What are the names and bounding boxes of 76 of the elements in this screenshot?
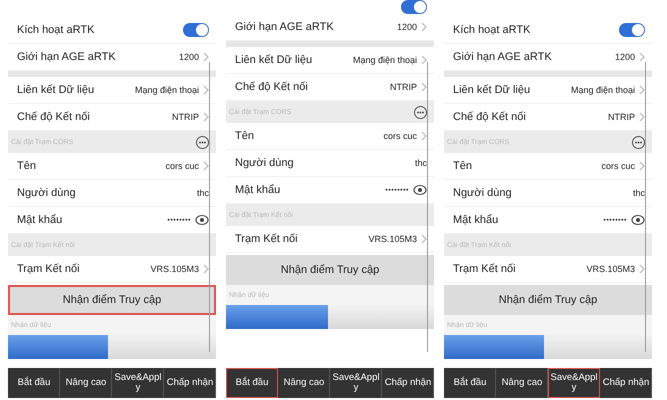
setting-label: Kích hoạt aRTK bbox=[17, 24, 94, 36]
toolbar-button[interactable]: Save&Apply bbox=[330, 368, 382, 398]
setting-label: Kích hoạt aRTK bbox=[453, 24, 530, 36]
toolbar-button[interactable]: Chấp nhận bbox=[600, 368, 652, 398]
chevron-icon bbox=[203, 264, 209, 274]
chevron-icon bbox=[639, 161, 645, 171]
toolbar-button[interactable]: Bắt đầu bbox=[226, 368, 278, 398]
chevron-icon bbox=[639, 85, 645, 95]
setting-label: Mật khẩu bbox=[17, 214, 62, 226]
setting-label: Mật khẩu bbox=[235, 184, 280, 196]
setting-value: 1200 bbox=[396, 22, 417, 32]
setting-label: Tên bbox=[235, 130, 254, 142]
setting-label: Liên kết Dữ liệu bbox=[453, 84, 530, 96]
setting-value: cors cuc bbox=[165, 161, 199, 171]
chevron-icon bbox=[421, 55, 427, 65]
more-icon[interactable] bbox=[414, 106, 427, 118]
eye-icon bbox=[413, 184, 427, 196]
setting-value: cors cuc bbox=[383, 131, 417, 141]
setting-label: Chế độ Kết nối bbox=[17, 111, 90, 123]
chevron-icon bbox=[639, 264, 645, 274]
setting-label: Liên kết Dữ liệu bbox=[235, 54, 312, 66]
chevron-icon bbox=[421, 234, 427, 244]
setting-value: VRS.105M3 bbox=[368, 234, 417, 244]
access-point-button[interactable]: Nhận điểm Truy cập bbox=[444, 285, 652, 315]
chevron-icon bbox=[421, 82, 427, 92]
setting-value: thc bbox=[632, 188, 645, 198]
setting-value: NTRIP bbox=[172, 112, 199, 122]
setting-label: Chế độ Kết nối bbox=[235, 81, 308, 93]
setting-value: thc bbox=[414, 158, 427, 168]
setting-value: cors cuc bbox=[601, 161, 635, 171]
chevron-icon bbox=[639, 52, 645, 62]
setting-label: Giới hạn AGE aRTK bbox=[453, 51, 552, 63]
setting-value: VRS.105M3 bbox=[586, 264, 635, 274]
setting-value: Mạng điện thoại bbox=[570, 85, 635, 95]
more-icon[interactable] bbox=[632, 136, 645, 148]
setting-label: Trạm Kết nối bbox=[17, 263, 80, 275]
setting-value: Mạng điện thoại bbox=[134, 85, 199, 95]
toolbar-button[interactable]: Save&Apply bbox=[112, 368, 164, 398]
chevron-icon bbox=[421, 131, 427, 141]
setting-label: Tên bbox=[17, 160, 36, 172]
chevron-icon bbox=[203, 52, 209, 62]
access-point-button[interactable]: Nhận điểm Truy cập bbox=[226, 255, 434, 285]
toggle-switch[interactable] bbox=[619, 23, 645, 37]
setting-label: Trạm Kết nối bbox=[453, 263, 516, 275]
toggle-switch[interactable] bbox=[401, 0, 427, 14]
setting-label: Giới hạn AGE aRTK bbox=[235, 21, 334, 33]
setting-value: NTRIP bbox=[390, 82, 417, 92]
toggle-switch[interactable] bbox=[183, 23, 209, 37]
setting-label: Người dùng bbox=[17, 187, 76, 199]
setting-value: Mạng điện thoại bbox=[352, 55, 417, 65]
setting-row[interactable]: Liên kết Dữ liệu Mạng điện thoại bbox=[226, 47, 434, 74]
setting-label: Người dùng bbox=[453, 187, 512, 199]
toolbar-button[interactable]: Save&Apply bbox=[548, 368, 600, 398]
setting-label: Trạm Kết nối bbox=[235, 233, 298, 245]
setting-value: VRS.105M3 bbox=[150, 264, 199, 274]
chevron-icon bbox=[203, 85, 209, 95]
setting-value: NTRIP bbox=[608, 112, 635, 122]
eye-icon bbox=[195, 214, 209, 226]
eye-icon bbox=[631, 214, 645, 226]
access-point-button[interactable]: Nhận điểm Truy cập bbox=[8, 285, 216, 315]
setting-value: 1200 bbox=[178, 52, 199, 62]
setting-label: Liên kết Dữ liệu bbox=[17, 84, 94, 96]
setting-label: Tên bbox=[453, 160, 472, 172]
setting-label: Chế độ Kết nối bbox=[453, 111, 526, 123]
setting-label: Người dùng bbox=[235, 157, 294, 169]
more-icon[interactable] bbox=[196, 136, 209, 148]
toolbar-button[interactable]: Chấp nhận bbox=[382, 368, 434, 398]
setting-value: thc bbox=[196, 188, 209, 198]
setting-label: Mật khẩu bbox=[453, 214, 498, 226]
chevron-icon bbox=[639, 112, 645, 122]
setting-label: Giới hạn AGE aRTK bbox=[17, 51, 116, 63]
chevron-icon bbox=[203, 161, 209, 171]
setting-value: 1200 bbox=[614, 52, 635, 62]
toolbar-button[interactable]: Chấp nhận bbox=[164, 368, 216, 398]
chevron-icon bbox=[421, 22, 427, 32]
chevron-icon bbox=[203, 112, 209, 122]
